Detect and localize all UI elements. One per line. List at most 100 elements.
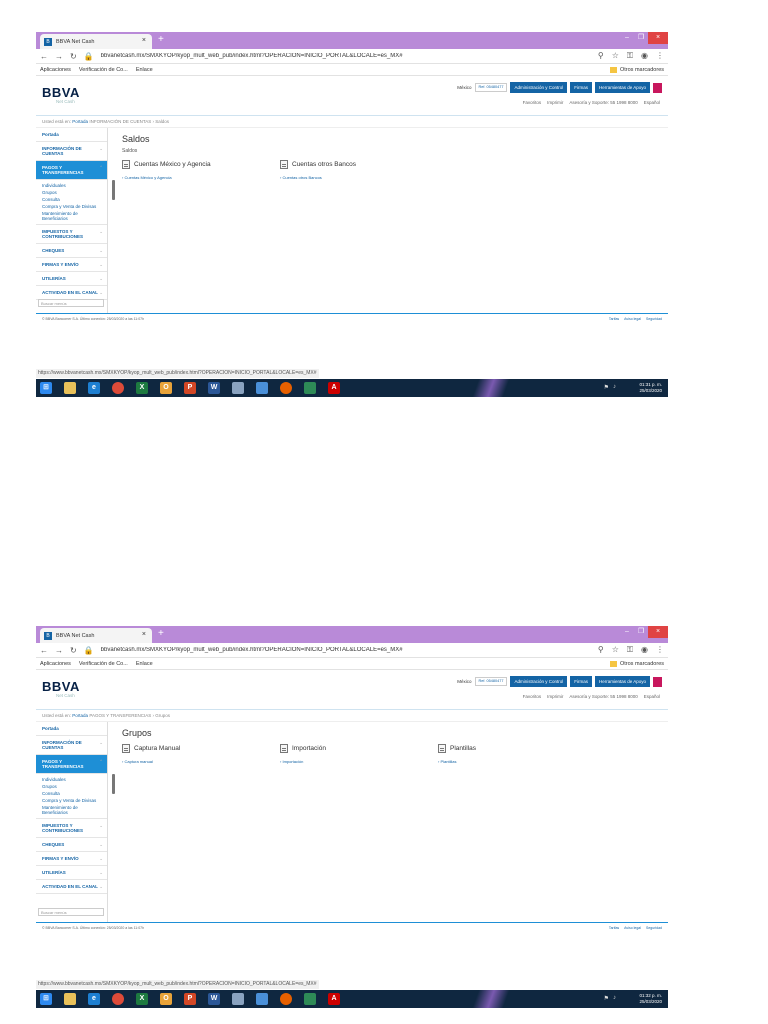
reload-icon[interactable]: ↻ [70,646,77,655]
outlook-icon[interactable]: O [160,382,172,394]
sidebar-collapse-handle[interactable] [112,180,115,200]
bbva-logo[interactable]: BBVA [42,85,80,100]
account-icon[interactable]: ◉ [641,645,648,655]
excel-icon[interactable]: X [136,993,148,1005]
tile-link[interactable]: › Importación [280,759,412,764]
bookmark-apps[interactable]: Aplicaciones [40,67,71,73]
reload-icon[interactable]: ↻ [70,52,77,61]
window-close-icon[interactable]: × [648,32,668,44]
tile-link[interactable]: › Cuentas otros Bancos [280,175,412,180]
seguridad-link[interactable]: Seguridad [646,926,662,930]
firefox-icon[interactable] [280,382,292,394]
bookmark-enlace[interactable]: Enlace [136,67,153,73]
breadcrumb-home[interactable]: Portada [72,119,88,124]
admin-control-button[interactable]: Administración y Control [510,82,568,93]
submenu-grupos[interactable]: Grupos [36,783,107,790]
browser-tab[interactable]: B BBVA Net Cash × [40,628,152,643]
tile-link[interactable]: › Plantillas [438,759,570,764]
outlook-icon[interactable]: O [160,993,172,1005]
tab-close-icon[interactable]: × [142,37,146,44]
seguridad-link[interactable]: Seguridad [646,317,662,321]
word-icon[interactable]: W [208,382,220,394]
taskbar-clock[interactable]: 01:31 p. m. 25/03/2020 [639,382,662,394]
language-select[interactable]: Español [644,694,660,699]
sidebar-item-firmas[interactable]: FIRMAS Y ENVÍO ⌄ [36,258,107,272]
key-icon[interactable]: ⚿ [627,645,633,655]
submenu-individuales[interactable]: Individuales [36,776,107,783]
breadcrumb-home[interactable]: Portada [72,713,88,718]
imprimir-link[interactable]: Imprimir [547,100,563,105]
menu-search-input[interactable]: Buscar menús [38,908,104,916]
firmas-button[interactable]: Firmas [570,82,592,93]
sidebar-item-firmas[interactable]: FIRMAS Y ENVÍO ⌄ [36,852,107,866]
logout-icon[interactable] [653,676,662,687]
new-tab-icon[interactable]: + [158,34,164,45]
tarifas-link[interactable]: Tarifas [609,317,619,321]
bookmark-apps[interactable]: Aplicaciones [40,661,71,667]
sidebar-item-portada[interactable]: Portada [36,128,107,142]
notepad-icon[interactable] [232,993,244,1005]
acrobat-icon[interactable]: A [328,382,340,394]
bookmark-enlace[interactable]: Enlace [136,661,153,667]
menu-search-input[interactable]: Buscar menús [38,299,104,307]
submenu-consulta[interactable]: Consulta [36,790,107,797]
submenu-grupos[interactable]: Grupos [36,189,107,196]
bookmark-verificacion[interactable]: Verificación de Co... [79,661,128,667]
chrome-icon[interactable] [112,993,124,1005]
app-icon[interactable] [256,382,268,394]
sidebar-item-utilerias[interactable]: UTILERÍAS ⌄ [36,272,107,286]
network-icon[interactable]: ⚑ [604,384,609,391]
powerpoint-icon[interactable]: P [184,382,196,394]
notepad-icon[interactable] [232,382,244,394]
favoritos-link[interactable]: Favoritos [523,694,542,699]
firefox-icon[interactable] [280,993,292,1005]
submenu-beneficiarios[interactable]: Mantenimiento de Beneficiarios [36,210,107,222]
windows-icon[interactable]: ⊞ [40,993,52,1005]
app-icon[interactable] [256,993,268,1005]
ie-icon[interactable]: e [88,382,100,394]
back-icon[interactable]: ← [40,646,48,655]
client-ref[interactable]: Ref. 05480477 [474,677,508,686]
search-icon[interactable]: ⚲ [598,645,604,655]
soporte-link[interactable]: Asesoría y Soporte: 55 1998 8000 [569,100,637,105]
browser-tab[interactable]: B BBVA Net Cash × [40,34,152,49]
imprimir-link[interactable]: Imprimir [547,694,563,699]
taskbar-clock[interactable]: 01:32 p. m. 25/03/2020 [639,993,662,1005]
admin-control-button[interactable]: Administración y Control [510,676,568,687]
sidebar-item-pagos[interactable]: PAGOS Y TRANSFERENCIAS ⌃ [36,755,107,774]
green-app-icon[interactable] [304,382,316,394]
star-icon[interactable]: ☆ [612,645,619,655]
forward-icon[interactable]: → [55,52,63,61]
volume-icon[interactable]: ♪ [613,384,616,391]
aviso-legal-link[interactable]: Aviso legal [624,926,641,930]
sidebar-item-cheques[interactable]: CHEQUES ⌄ [36,244,107,258]
explorer-icon[interactable] [64,382,76,394]
sidebar-item-impuestos[interactable]: IMPUESTOS Y CONTRIBUCIONES ⌄ [36,819,107,838]
network-icon[interactable]: ⚑ [604,995,609,1002]
sidebar-item-cheques[interactable]: CHEQUES ⌄ [36,838,107,852]
explorer-icon[interactable] [64,993,76,1005]
sidebar-item-info-cuentas[interactable]: INFORMACIÓN DE CUENTAS ⌄ [36,142,107,161]
submenu-divisas[interactable]: Compra y Venta de Divisas [36,797,107,804]
back-icon[interactable]: ← [40,52,48,61]
url-field[interactable]: bbvanetcash.mx/SMXKYOP/kyop_mult_web_pub… [101,647,591,653]
submenu-divisas[interactable]: Compra y Venta de Divisas [36,203,107,210]
ie-icon[interactable]: e [88,993,100,1005]
url-field[interactable]: bbvanetcash.mx/SMXKYOP/kyop_mult_web_pub… [101,53,591,59]
tab-close-icon[interactable]: × [142,631,146,638]
bbva-logo[interactable]: BBVA [42,679,80,694]
forward-icon[interactable]: → [55,646,63,655]
sidebar-item-pagos[interactable]: PAGOS Y TRANSFERENCIAS ⌃ [36,161,107,180]
word-icon[interactable]: W [208,993,220,1005]
other-bookmarks[interactable]: Otros marcadores [609,660,664,667]
submenu-beneficiarios[interactable]: Mantenimiento de Beneficiarios [36,804,107,816]
account-icon[interactable]: ◉ [641,51,648,61]
key-icon[interactable]: ⚿ [627,51,633,61]
menu-icon[interactable]: ⋮ [656,645,664,655]
sidebar-item-actividad[interactable]: ACTIVIDAD EN EL CANAL ⌄ [36,880,107,894]
logout-icon[interactable] [653,82,662,93]
window-close-icon[interactable]: × [648,626,668,638]
aviso-legal-link[interactable]: Aviso legal [624,317,641,321]
excel-icon[interactable]: X [136,382,148,394]
sidebar-collapse-handle[interactable] [112,774,115,794]
